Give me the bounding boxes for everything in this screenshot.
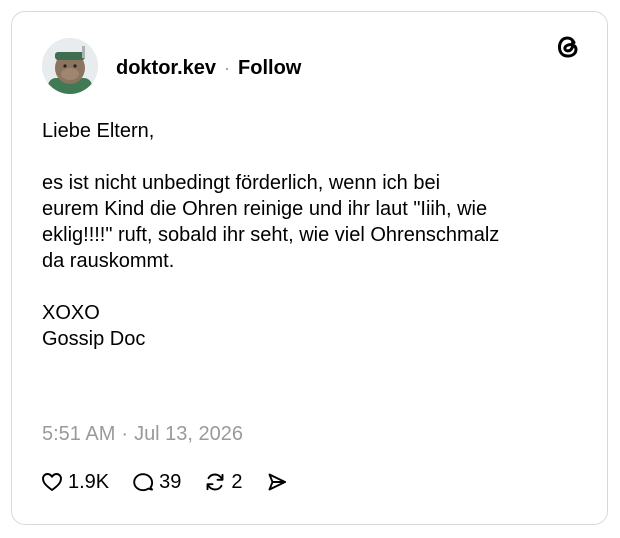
heart-icon — [40, 470, 64, 494]
body-line: eurem Kind die Ohren reinige und ihr lau… — [42, 198, 488, 220]
post-card: doktor.kev · Follow Liebe Eltern, es ist… — [11, 11, 608, 525]
signature-text: Gossip Doc — [42, 328, 146, 350]
like-button[interactable]: 1.9K — [40, 470, 109, 494]
reply-button[interactable]: 39 — [131, 470, 181, 494]
avatar-image — [42, 38, 98, 94]
timestamp-date: Jul 13, 2026 — [134, 423, 244, 445]
threads-logo-icon[interactable] — [553, 32, 583, 62]
post-body: Liebe Eltern, es ist nicht unbedingt för… — [42, 118, 572, 352]
share-button[interactable] — [265, 470, 289, 494]
follow-button[interactable]: Follow — [238, 56, 301, 80]
avatar[interactable] — [42, 38, 98, 94]
repost-button[interactable]: 2 — [203, 470, 243, 494]
like-count: 1.9K — [68, 471, 110, 493]
comment-bubble-icon — [131, 470, 155, 494]
timestamp-time: 5:51 AM — [42, 423, 116, 445]
author-username[interactable]: doktor.kev — [116, 56, 216, 80]
send-icon — [265, 470, 289, 494]
greeting-text: Liebe Eltern, — [42, 120, 155, 142]
post-timestamp[interactable]: 5:51 AM · Jul 13, 2026 — [42, 422, 243, 446]
action-bar: 1.9K 39 2 — [40, 470, 289, 494]
body-line: da rauskommt. — [42, 250, 175, 272]
timestamp-separator: · — [121, 423, 129, 445]
header-separator: · — [224, 58, 231, 78]
reply-count: 39 — [159, 471, 182, 493]
post-header: doktor.kev · Follow — [116, 56, 301, 80]
repost-icon — [203, 470, 227, 494]
body-line: eklig!!!!" ruft, sobald ihr seht, wie vi… — [42, 224, 500, 246]
repost-count: 2 — [231, 471, 243, 493]
signoff-text: XOXO — [42, 302, 100, 324]
body-line: es ist nicht unbedingt förderlich, wenn … — [42, 172, 441, 194]
